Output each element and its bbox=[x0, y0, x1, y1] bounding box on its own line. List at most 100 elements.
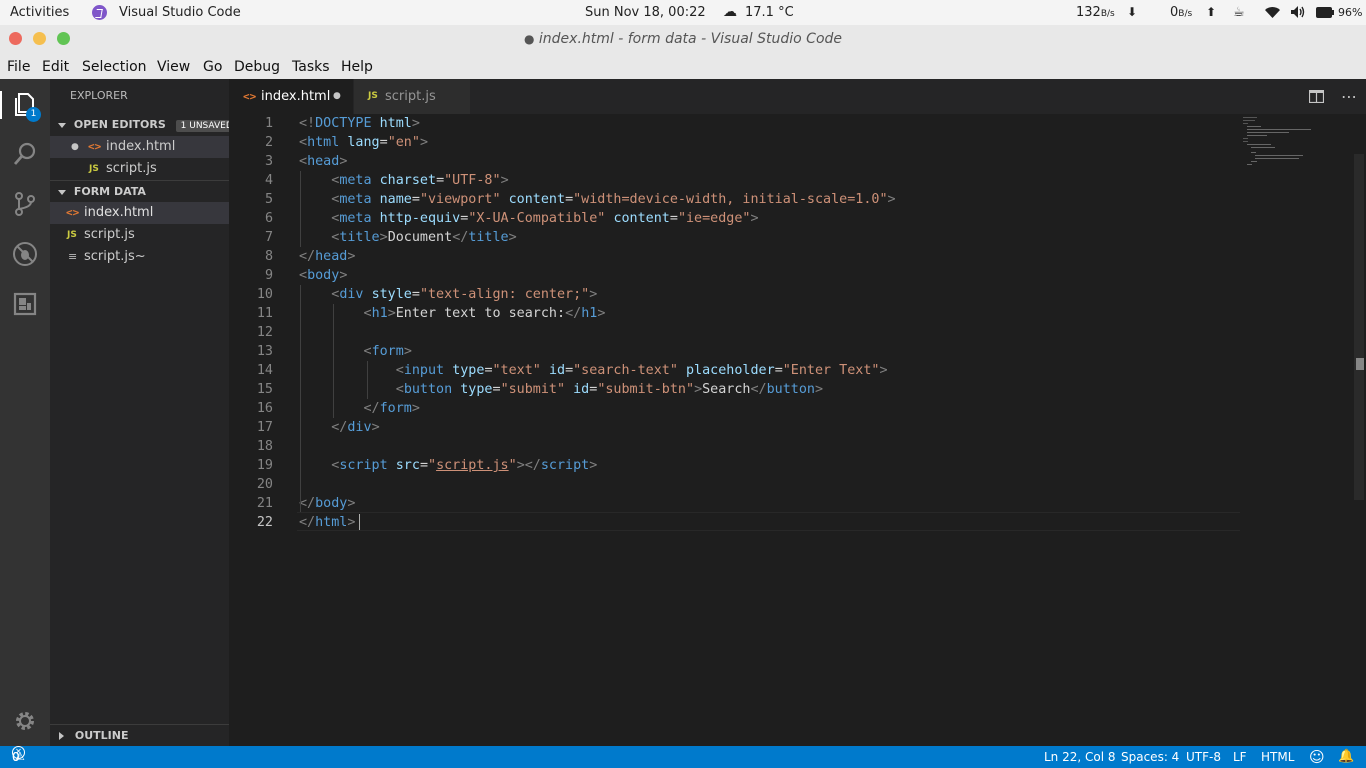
code-token: </ bbox=[299, 249, 316, 264]
code-line[interactable]: <form> bbox=[299, 342, 412, 361]
line-number: 10 bbox=[256, 287, 273, 302]
open-editors-header[interactable]: OPEN EDITORS 1 UNSAVED bbox=[50, 114, 238, 136]
more-actions-icon[interactable]: ⋯ bbox=[1341, 79, 1357, 114]
notifications-bell-icon[interactable]: 🔔 bbox=[1338, 746, 1354, 768]
code-line[interactable]: </form> bbox=[299, 399, 420, 418]
volume-icon[interactable] bbox=[1290, 5, 1306, 19]
file-label: index.html bbox=[84, 205, 154, 220]
app-menu[interactable]: Visual Studio Code bbox=[119, 0, 241, 25]
unsaved-dot-icon[interactable]: ● bbox=[333, 79, 341, 114]
wifi-icon[interactable] bbox=[1264, 5, 1281, 19]
html-file-icon: <> bbox=[243, 90, 257, 103]
menu-debug[interactable]: Debug bbox=[234, 55, 280, 79]
code-line[interactable]: <meta charset="UTF-8"> bbox=[299, 171, 508, 190]
feedback-smiley-icon[interactable]: ☺ bbox=[1309, 746, 1325, 768]
open-editor-item-index-html[interactable]: ● <> index.html bbox=[50, 136, 229, 158]
tab-index-html[interactable]: <> index.html ● bbox=[229, 79, 353, 114]
minimap[interactable] bbox=[1241, 114, 1351, 174]
indent-guide bbox=[333, 304, 334, 418]
file-item-script-js[interactable]: JS script.js bbox=[50, 224, 229, 246]
encoding-setting[interactable]: UTF-8 bbox=[1186, 746, 1221, 768]
battery-icon[interactable] bbox=[1316, 7, 1334, 18]
menu-help[interactable]: Help bbox=[341, 55, 373, 79]
clock[interactable]: Sun Nov 18, 00:22 bbox=[585, 0, 706, 25]
chevron-right-icon bbox=[59, 732, 64, 740]
debug-icon[interactable] bbox=[12, 241, 38, 267]
scrollbar-thumb[interactable] bbox=[1356, 358, 1364, 370]
source-control-icon[interactable] bbox=[12, 191, 38, 217]
code-token: = bbox=[565, 363, 574, 378]
code-line[interactable]: </div> bbox=[299, 418, 379, 437]
activities-button[interactable]: Activities bbox=[10, 0, 69, 25]
code-line[interactable]: <body> bbox=[299, 266, 347, 285]
code-token: = bbox=[484, 363, 493, 378]
code-line[interactable]: <div style="text-align: center;"> bbox=[299, 285, 597, 304]
menu-tasks[interactable]: Tasks bbox=[292, 55, 330, 79]
vscode-logo-icon bbox=[92, 5, 107, 20]
cursor-position[interactable]: Ln 22, Col 8 bbox=[1044, 746, 1116, 768]
outline-header[interactable]: OUTLINE bbox=[50, 724, 229, 747]
code-line[interactable]: <!DOCTYPE html> bbox=[299, 114, 420, 133]
split-editor-icon[interactable] bbox=[1309, 90, 1324, 103]
code-token: content bbox=[508, 192, 566, 207]
code-token: body bbox=[307, 268, 340, 283]
code-token: "text" bbox=[492, 363, 541, 378]
net-up-speed: 0B/s bbox=[1170, 5, 1193, 20]
gear-icon[interactable] bbox=[12, 708, 38, 734]
code-editor[interactable]: 1 2 3 4 5 6 7 8 9 10 11 12 13 14 15 16 17 18 19 20 21 22 <!DO… bbox=[229, 114, 1366, 746]
indentation-setting[interactable]: Spaces: 4 bbox=[1121, 746, 1179, 768]
line-number: 8 bbox=[264, 249, 273, 264]
code-line[interactable]: </head> bbox=[299, 247, 355, 266]
file-label: script.js~ bbox=[84, 249, 146, 264]
vertical-scrollbar[interactable] bbox=[1352, 114, 1366, 746]
file-item-index-html[interactable]: <> index.html bbox=[50, 202, 229, 224]
code-line[interactable]: <button type="submit" id="submit-btn">Se… bbox=[299, 380, 823, 399]
code-line[interactable]: <html lang="en"> bbox=[299, 133, 428, 152]
text-cursor bbox=[359, 514, 360, 531]
menu-edit[interactable]: Edit bbox=[42, 55, 69, 79]
folder-header[interactable]: FORM DATA bbox=[50, 180, 229, 203]
tab-script-js[interactable]: JS script.js bbox=[354, 79, 470, 114]
code-line[interactable]: <head> bbox=[299, 152, 347, 171]
code-line[interactable]: </body> bbox=[299, 494, 355, 513]
battery-percent[interactable]: 96% bbox=[1338, 0, 1362, 25]
line-number: 3 bbox=[264, 154, 273, 169]
code-line[interactable]: <title>Document</title> bbox=[299, 228, 516, 247]
open-editor-item-script-js[interactable]: JS script.js bbox=[50, 158, 229, 180]
code-line[interactable]: <script src="script.js"></script> bbox=[299, 456, 597, 475]
weather-temperature[interactable]: 17.1 °C bbox=[745, 0, 794, 25]
caffeine-icon[interactable]: ☕ bbox=[1233, 0, 1245, 25]
code-line[interactable]: <meta name="viewport" content="width=dev… bbox=[299, 190, 895, 209]
code-line[interactable]: <meta http-equiv="X-UA-Compatible" conte… bbox=[299, 209, 758, 228]
code-token: " bbox=[508, 458, 517, 473]
code-token: > bbox=[339, 154, 348, 169]
search-icon[interactable] bbox=[12, 141, 38, 167]
code-line[interactable]: <h1>Enter text to search:</h1> bbox=[299, 304, 606, 323]
code-token: </ bbox=[299, 496, 316, 511]
folder-label: FORM DATA bbox=[73, 185, 146, 198]
file-item-script-js-backup[interactable]: ≡ script.js~ bbox=[50, 246, 229, 268]
unsaved-dot-icon[interactable]: ● bbox=[71, 136, 79, 158]
menu-selection[interactable]: Selection bbox=[82, 55, 147, 79]
code-token: > bbox=[379, 230, 388, 245]
code-line[interactable]: <input type="text" id="search-text" plac… bbox=[299, 361, 888, 380]
code-line[interactable]: </html> bbox=[299, 513, 355, 532]
code-token: "ie=edge" bbox=[677, 211, 751, 226]
menu-view[interactable]: View bbox=[157, 55, 190, 79]
scrollbar-track[interactable] bbox=[1354, 154, 1364, 500]
eol-setting[interactable]: LF bbox=[1233, 746, 1247, 768]
code-token: = bbox=[774, 363, 783, 378]
extensions-icon[interactable] bbox=[12, 291, 38, 317]
menu-file[interactable]: File bbox=[7, 55, 30, 79]
line-number: 7 bbox=[264, 230, 273, 245]
menu-go[interactable]: Go bbox=[203, 55, 222, 79]
code-token: < bbox=[299, 135, 308, 150]
language-mode[interactable]: HTML bbox=[1261, 746, 1294, 768]
